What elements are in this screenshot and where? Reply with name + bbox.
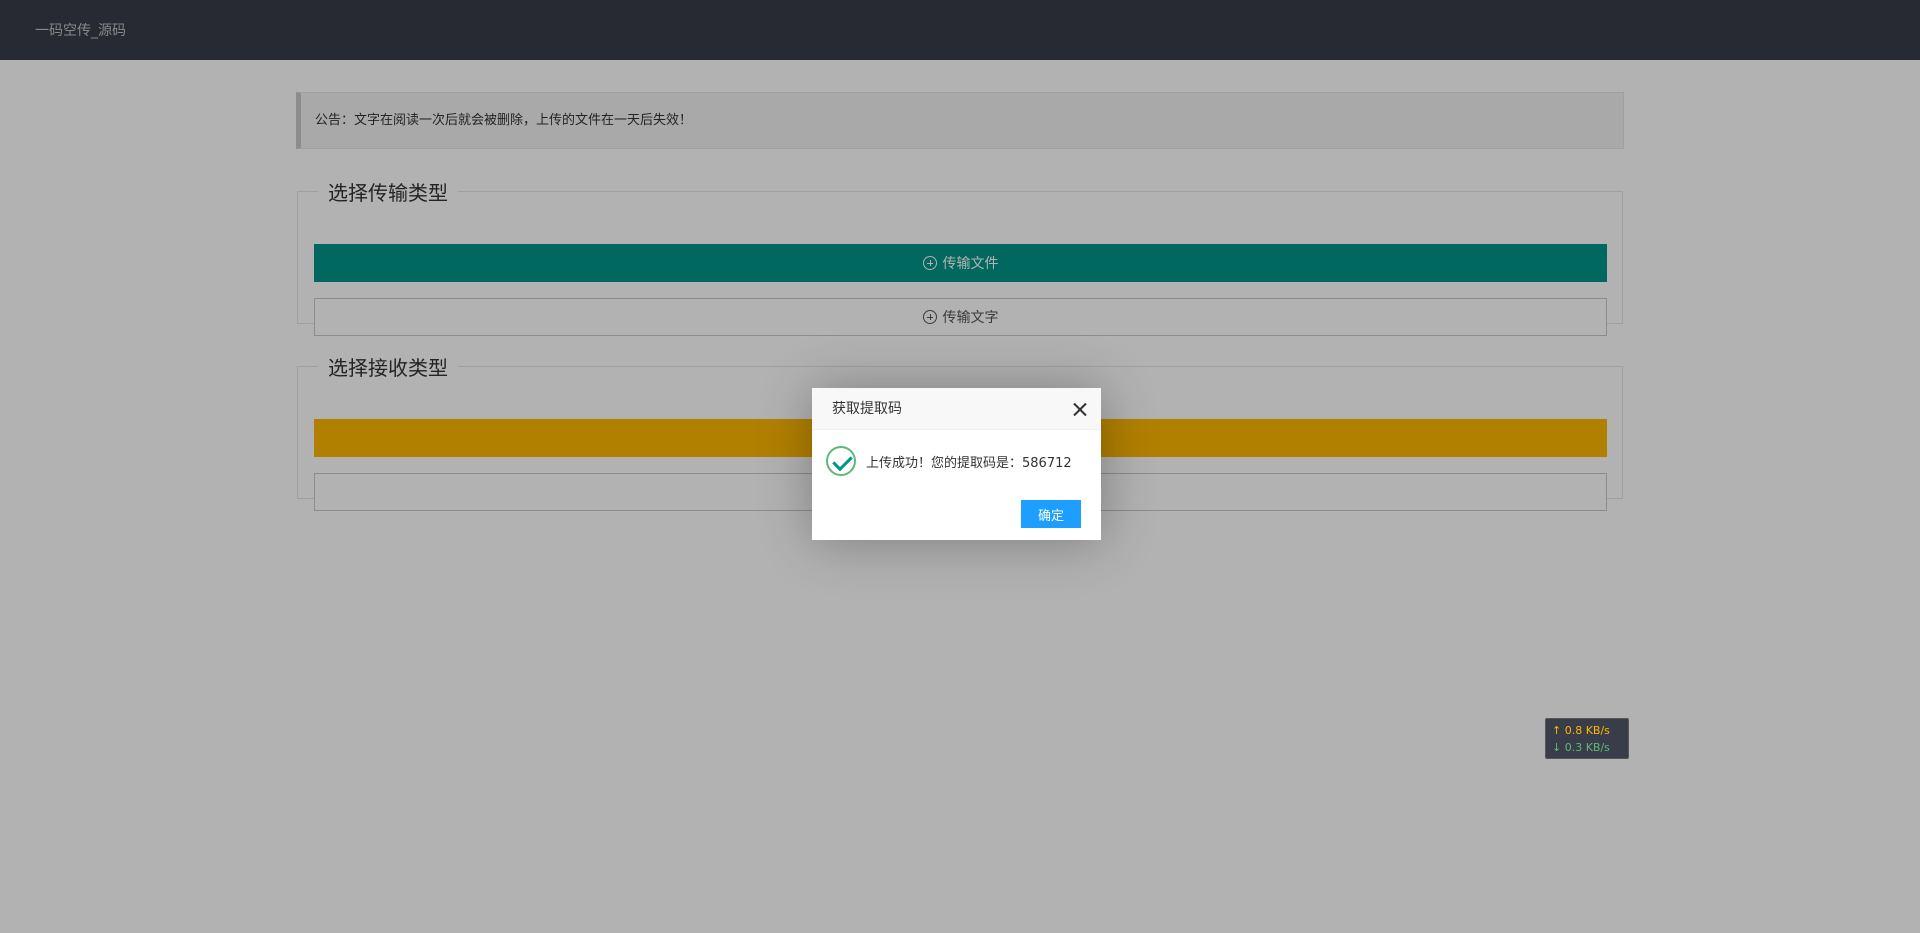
close-icon[interactable] bbox=[1073, 402, 1087, 416]
extract-code-dialog: 获取提取码 上传成功！您的提取码是：586712 确定 bbox=[812, 388, 1101, 540]
dialog-body: 上传成功！您的提取码是：586712 bbox=[826, 446, 1072, 476]
dialog-title: 获取提取码 bbox=[812, 388, 1101, 430]
dialog-message: 上传成功！您的提取码是：586712 bbox=[866, 455, 1072, 471]
confirm-button[interactable]: 确定 bbox=[1021, 500, 1081, 528]
upload-speed: ↑ 0.8 KB/s bbox=[1552, 724, 1610, 737]
download-speed: ↓ 0.3 KB/s bbox=[1552, 741, 1610, 754]
network-speed-widget[interactable]: ↑ 0.8 KB/s ↓ 0.3 KB/s bbox=[1545, 718, 1629, 759]
success-check-icon bbox=[826, 446, 856, 476]
